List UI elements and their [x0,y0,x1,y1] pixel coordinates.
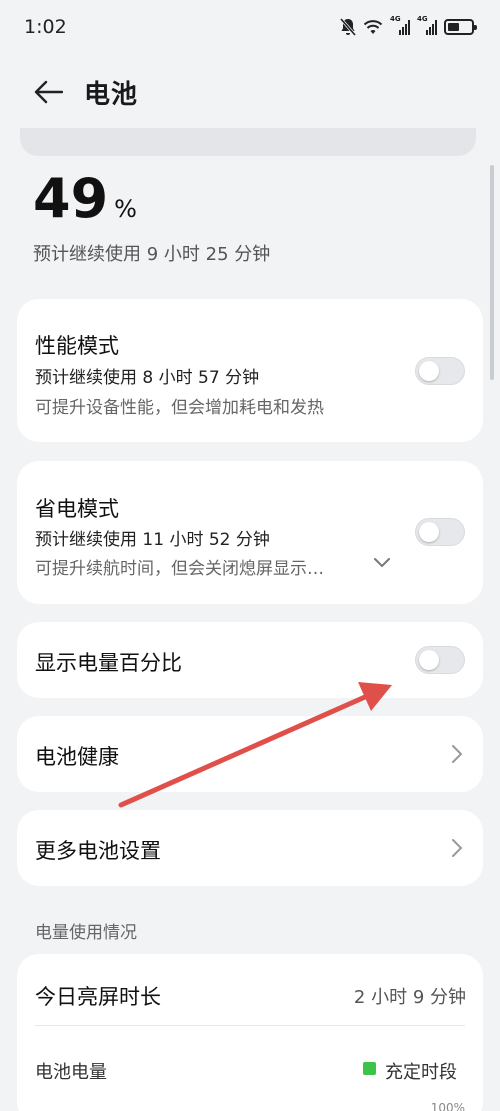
legend-label: 充定时段 [385,1062,457,1083]
performance-mode-title: 性能模式 [35,334,119,358]
page-title: 电池 [84,79,139,110]
app-header: 电池 [0,64,500,120]
battery-level-chart-label: 电池电量 [35,1062,107,1083]
power-saving-mode-estimate: 预计继续使用 11 小时 52 分钟 [35,530,270,550]
usage-card: 今日亮屏时长 2 小时 9 分钟 电池电量 充定时段 100% [17,954,483,1111]
power-saving-mode-card[interactable]: 省电模式 预计继续使用 11 小时 52 分钟 可提升续航时间，但会关闭熄屏显示… [17,461,483,604]
battery-level: 49 % [33,172,137,226]
chart-axis-top-label: 100% [430,1101,465,1111]
more-battery-settings-title: 更多电池设置 [35,839,161,863]
back-button[interactable] [28,72,68,112]
performance-mode-description: 可提升设备性能，但会增加耗电和发热 [35,398,324,418]
battery-health-item[interactable]: 电池健康 [17,716,483,792]
collapsed-top-panel [20,128,476,156]
cellular-signal-2-icon: 4G [417,15,437,35]
more-battery-settings-item[interactable]: 更多电池设置 [17,810,483,886]
battery-health-title: 电池健康 [35,745,119,769]
power-saving-mode-toggle[interactable] [415,518,465,546]
status-bar: 1:02 4G 4G [0,0,500,54]
bell-muted-icon [340,18,356,36]
status-icons: 4G 4G [340,15,477,36]
scrollbar[interactable] [490,165,494,380]
status-time: 1:02 [24,16,67,38]
screen-time-label: 今日亮屏时长 [35,985,161,1009]
performance-mode-estimate: 预计继续使用 8 小时 57 分钟 [35,368,260,388]
chevron-right-icon [452,839,463,857]
usage-divider [35,1025,465,1026]
power-saving-mode-title: 省电模式 [35,497,119,521]
screen-time-value: 2 小时 9 分钟 [353,987,466,1008]
power-saving-mode-description: 可提升续航时间，但会关闭熄屏显示… [35,559,324,579]
usage-section-label: 电量使用情况 [35,923,137,943]
back-arrow-icon [34,80,63,104]
cellular-signal-icon: 4G [390,15,410,35]
chevron-right-icon [452,745,463,763]
show-percentage-card[interactable]: 显示电量百分比 [17,622,483,698]
show-percentage-title: 显示电量百分比 [35,651,182,675]
legend-color-swatch [363,1062,376,1075]
battery-percent: 49 [33,167,109,230]
battery-status-icon [444,19,477,35]
wifi-icon [363,20,383,34]
performance-mode-toggle[interactable] [415,357,465,385]
battery-estimate: 预计继续使用 9 小时 25 分钟 [33,244,271,265]
chevron-down-icon[interactable] [373,557,391,569]
battery-percent-unit: % [114,195,137,223]
performance-mode-card[interactable]: 性能模式 预计继续使用 8 小时 57 分钟 可提升设备性能，但会增加耗电和发热 [17,299,483,442]
show-percentage-toggle[interactable] [415,646,465,674]
